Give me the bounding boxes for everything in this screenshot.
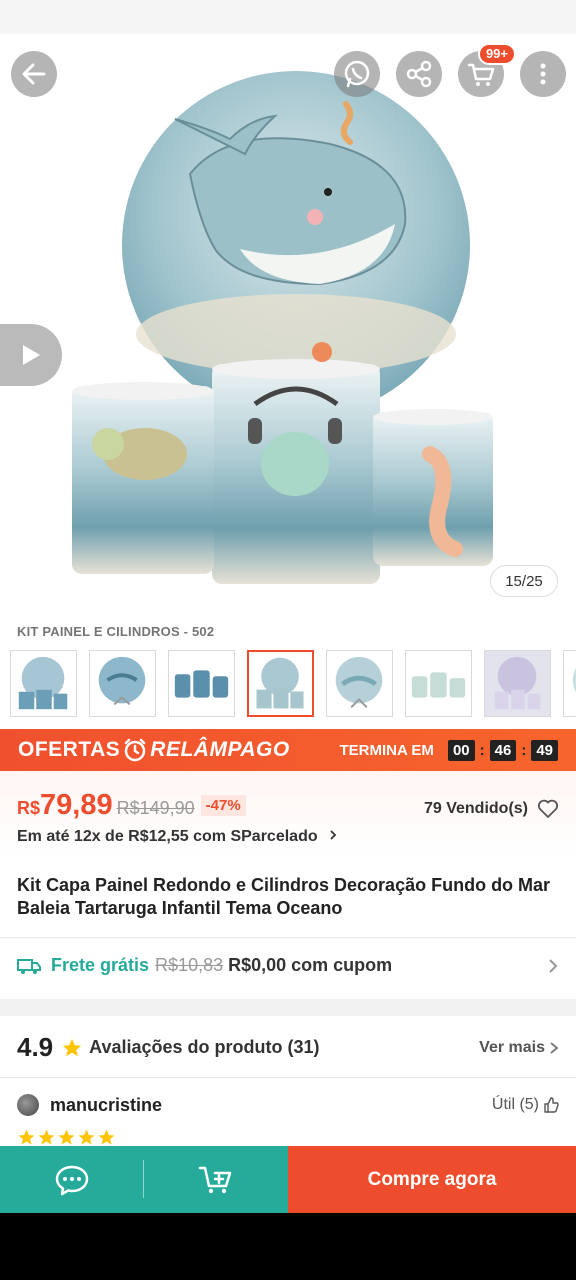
star-icon (18, 1129, 35, 1145)
thumbnail-strip[interactable] (10, 650, 576, 718)
star-icon (78, 1129, 95, 1145)
current-price: 79,89 (40, 789, 113, 821)
thumbnail[interactable] (484, 650, 551, 717)
chevron-right-icon (330, 830, 337, 840)
chevron-right-icon (550, 1041, 559, 1054)
useful-button[interactable]: Útil (5) (492, 1096, 559, 1114)
thumbnail[interactable] (89, 650, 156, 717)
price-section: R$ 79,89 R$149,90 -47% 79 Vendido(s) Em … (0, 771, 576, 857)
arrow-left-icon (22, 63, 46, 85)
avatar (17, 1094, 39, 1116)
whatsapp-icon (344, 60, 370, 88)
product-image[interactable]: 99+ 15/25 (0, 34, 576, 610)
more-button[interactable] (520, 51, 566, 97)
thumbnail[interactable] (10, 650, 77, 717)
back-button[interactable] (11, 51, 57, 97)
section-gap (0, 999, 576, 1016)
add-to-cart-button[interactable] (144, 1146, 288, 1213)
thumbnail-active[interactable] (247, 650, 314, 717)
thumbnail[interactable] (326, 650, 393, 717)
shipping-row[interactable]: Frete grátis R$10,83 R$0,00 com cupom (17, 955, 559, 976)
useful-label: Útil (5) (491, 1096, 539, 1113)
product-page: 99+ 15/25 KIT PAINEL E CILINDROS - 502 O… (0, 0, 576, 1213)
share-icon (406, 60, 432, 88)
timer-minutes: 46 (489, 739, 517, 761)
rating-score: 4.9 (17, 1032, 54, 1062)
timer-separator: : (521, 741, 527, 759)
star-icon (62, 1038, 82, 1056)
thumbnail[interactable] (563, 650, 576, 717)
see-more-link[interactable]: Ver mais (479, 1039, 559, 1057)
chat-button[interactable] (0, 1146, 144, 1213)
product-title: Kit Capa Painel Redondo e Cilindros Deco… (17, 875, 551, 918)
divider (0, 1077, 576, 1078)
divider (143, 1160, 144, 1198)
play-video-button[interactable] (0, 324, 62, 386)
ratings-label: Avaliações do produto (31) (89, 1037, 320, 1057)
image-counter: 15/25 (490, 565, 558, 597)
thumbnail[interactable] (405, 650, 472, 717)
add-to-cart-icon (198, 1166, 232, 1193)
flash-sale-label-1: OFERTAS (18, 738, 121, 761)
timer-hours: 00 (447, 739, 475, 761)
discount-badge: -47% (200, 795, 246, 816)
shipping-coupon-text: R$0,00 com cupom (228, 955, 393, 975)
flash-ends-label: TERMINA EM (339, 741, 434, 759)
thumbnail[interactable] (168, 650, 235, 717)
flash-sale-banner[interactable]: OFERTAS RELÂMPAGO TERMINA EM 00 : 46 : 4… (0, 729, 576, 771)
play-icon (23, 345, 40, 365)
left-cylinder (72, 386, 214, 574)
timer-seconds: 49 (531, 739, 558, 761)
divider (0, 937, 576, 938)
sold-count: 79 Vendido(s) (423, 800, 528, 817)
timer-separator: : (479, 741, 485, 759)
alarm-clock-icon (125, 738, 146, 762)
star-icon (58, 1129, 75, 1145)
heart-icon[interactable] (537, 799, 559, 819)
cart-badge: 99+ (477, 43, 516, 65)
buy-now-button[interactable]: Compre agora (288, 1146, 576, 1213)
installments-link[interactable]: Em até 12x de R$12,55 com SParcelado (17, 828, 338, 846)
bottom-action-bar: Compre agora (0, 1146, 576, 1213)
cart-button[interactable]: 99+ (458, 43, 516, 97)
system-nav-bar (0, 1213, 576, 1280)
truck-icon (17, 958, 41, 974)
ratings-header[interactable]: 4.9 Avaliações do produto (31) Ver mais (17, 1032, 559, 1063)
price-currency: R$ (17, 798, 41, 818)
free-shipping-label: Frete grátis (51, 955, 150, 975)
reviewer-name: manucristine (50, 1094, 163, 1115)
review-item: manucristine Útil (5) (17, 1094, 559, 1116)
star-icon (98, 1129, 115, 1145)
chat-icon (55, 1165, 89, 1195)
product-illustration (72, 71, 493, 584)
thumbs-up-icon (544, 1097, 559, 1113)
whatsapp-button[interactable] (334, 51, 380, 97)
more-vertical-icon (540, 63, 546, 85)
variant-label: KIT PAINEL E CILINDROS - 502 (17, 624, 215, 639)
status-bar (0, 0, 576, 34)
share-button[interactable] (396, 51, 442, 97)
see-more-label: Ver mais (479, 1038, 545, 1056)
flash-sale-label-2: RELÂMPAGO (150, 738, 290, 761)
right-cylinder (373, 412, 493, 566)
chevron-right-icon (549, 958, 558, 973)
shipping-old-price: R$10,83 (155, 955, 224, 975)
star-icon (38, 1129, 55, 1145)
review-stars (17, 1128, 116, 1147)
original-price: R$149,90 (116, 798, 195, 818)
installments-text: Em até 12x de R$12,55 com SParcelado (17, 828, 318, 845)
